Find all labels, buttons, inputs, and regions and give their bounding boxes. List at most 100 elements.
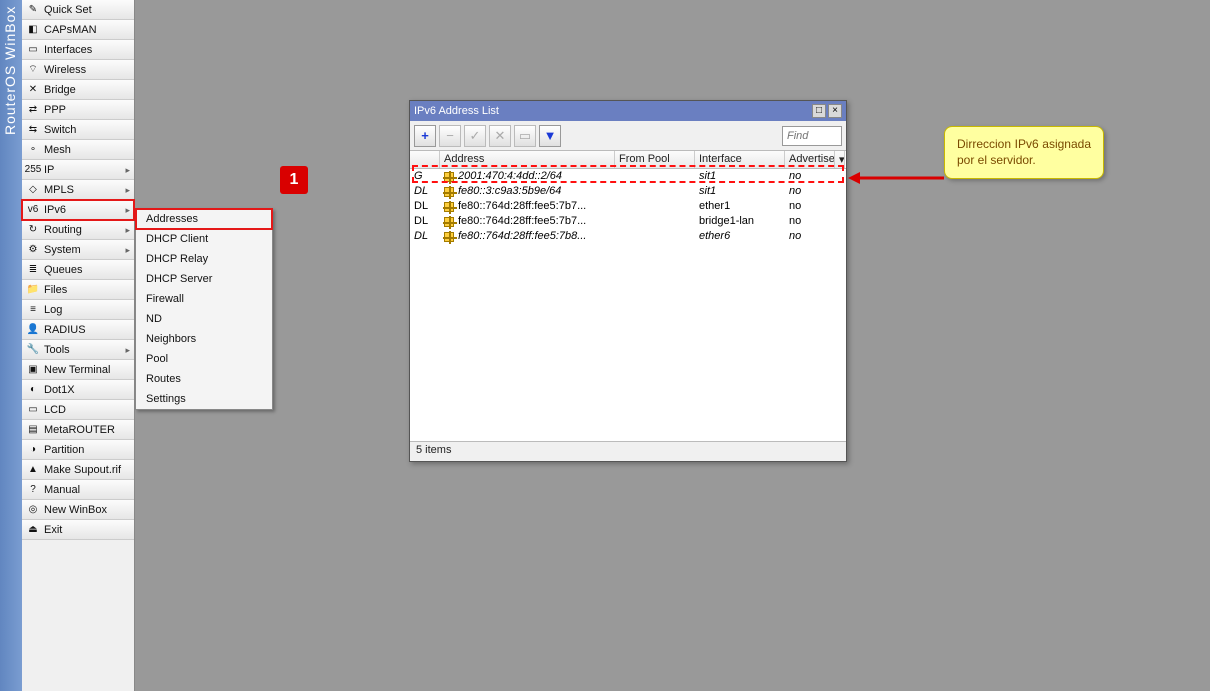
submenu-arrow-icon: ▸ [125, 160, 130, 180]
sidebar-item-label: MPLS [44, 180, 74, 200]
new-terminal-icon: ▣ [26, 363, 40, 377]
submenu-item-routes[interactable]: Routes [136, 369, 272, 389]
files-icon: 📁 [26, 283, 40, 297]
sidebar-item-files[interactable]: 📁Files [22, 280, 134, 300]
annotation-box: Dirreccion IPv6 asignada por el servidor… [944, 126, 1104, 179]
table-row[interactable]: DLfe80::764d:28ff:fee5:7b8...ether6no [410, 229, 846, 244]
sidebar-item-mesh[interactable]: ∘Mesh [22, 140, 134, 160]
sidebar-item-system[interactable]: ⚙System▸ [22, 240, 134, 260]
window-title: IPv6 Address List [414, 105, 499, 117]
sidebar-item-label: RADIUS [44, 320, 86, 340]
sidebar-item-label: MetaROUTER [44, 420, 115, 440]
enable-button[interactable]: ✓ [464, 125, 486, 147]
annotation-arrow [846, 168, 946, 188]
submenu-item-addresses[interactable]: Addresses [136, 209, 272, 229]
cell-address: fe80::764d:28ff:fee5:7b7... [440, 214, 615, 229]
cell-interface: sit1 [695, 184, 785, 199]
sidebar-item-partition[interactable]: ◑Partition [22, 440, 134, 460]
table-row[interactable]: DLfe80::764d:28ff:fee5:7b7...ether1no [410, 199, 846, 214]
cell-address: fe80::764d:28ff:fee5:7b8... [440, 229, 615, 244]
sidebar-item-ppp[interactable]: ⇄PPP [22, 100, 134, 120]
cell-interface: sit1 [695, 169, 785, 184]
find-input[interactable] [782, 126, 842, 146]
col-advertise[interactable]: Advertise [785, 151, 835, 168]
col-interface[interactable]: Interface [695, 151, 785, 168]
table-row[interactable]: G2001:470:4:4dd::2/64sit1no [410, 169, 846, 184]
col-menu-button[interactable]: ▾ [835, 151, 845, 168]
metarouter-icon: ▤ [26, 423, 40, 437]
sidebar-item-label: New Terminal [44, 360, 110, 380]
sidebar-item-manual[interactable]: ?Manual [22, 480, 134, 500]
sidebar-item-metarouter[interactable]: ▤ MetaROUTER [22, 420, 134, 440]
cell-advertise: no [785, 169, 835, 184]
system-icon: ⚙ [26, 243, 40, 257]
address-icon [444, 187, 454, 197]
cell-from-pool [615, 214, 695, 229]
sidebar-item-interfaces[interactable]: ▭Interfaces [22, 40, 134, 60]
cell-advertise: no [785, 229, 835, 244]
submenu-item-neighbors[interactable]: Neighbors [136, 329, 272, 349]
sidebar-item-label: CAPsMAN [44, 20, 97, 40]
sidebar-item-log[interactable]: ≡ Log [22, 300, 134, 320]
cell-interface: ether1 [695, 199, 785, 214]
sidebar-item-label: Log [44, 300, 62, 320]
sidebar-item-label: Switch [44, 120, 76, 140]
sidebar-item-make-supout-rif[interactable]: ▲Make Supout.rif [22, 460, 134, 480]
submenu-item-dhcp-server[interactable]: DHCP Server [136, 269, 272, 289]
sidebar-item-switch[interactable]: ⇆ Switch [22, 120, 134, 140]
address-icon [444, 202, 454, 212]
dot1x-icon: ◐ [26, 383, 40, 397]
sidebar-item-label: LCD [44, 400, 66, 420]
table-row[interactable]: DLfe80::764d:28ff:fee5:7b7...bridge1-lan… [410, 214, 846, 229]
add-button[interactable]: + [414, 125, 436, 147]
sidebar-item-label: Mesh [44, 140, 71, 160]
sidebar-item-lcd[interactable]: ▭LCD [22, 400, 134, 420]
sidebar-item-queues[interactable]: ≣Queues [22, 260, 134, 280]
submenu-arrow-icon: ▸ [125, 180, 130, 200]
submenu-item-settings[interactable]: Settings [136, 389, 272, 409]
window-titlebar[interactable]: IPv6 Address List □ × [410, 101, 846, 121]
submenu-item-firewall[interactable]: Firewall [136, 289, 272, 309]
sidebar-item-label: Exit [44, 520, 62, 540]
sidebar-item-label: IPv6 [44, 200, 66, 220]
sidebar-item-ipv6[interactable]: v6IPv6▸ [22, 200, 134, 220]
filter-button[interactable]: ▼ [539, 125, 561, 147]
table-row[interactable]: DLfe80::3:c9a3:5b9e/64sit1no [410, 184, 846, 199]
cell-address: 2001:470:4:4dd::2/64 [440, 169, 615, 184]
sidebar-item-routing[interactable]: ↻Routing▸ [22, 220, 134, 240]
window-minimize-button[interactable]: □ [812, 104, 826, 118]
cell-flags: DL [410, 184, 440, 199]
switch-icon: ⇆ [26, 123, 40, 137]
sidebar-item-quick-set[interactable]: ✎Quick Set [22, 0, 134, 20]
submenu-item-pool[interactable]: Pool [136, 349, 272, 369]
submenu-arrow-icon: ▸ [125, 340, 130, 360]
remove-button[interactable]: − [439, 125, 461, 147]
sidebar-item-new-terminal[interactable]: ▣ New Terminal [22, 360, 134, 380]
partition-icon: ◑ [26, 443, 40, 457]
submenu-item-dhcp-client[interactable]: DHCP Client [136, 229, 272, 249]
sidebar-item-exit[interactable]: ⏏ Exit [22, 520, 134, 540]
sidebar-item-wireless[interactable]: ⌔Wireless [22, 60, 134, 80]
col-flags[interactable] [410, 151, 440, 168]
submenu-item-nd[interactable]: ND [136, 309, 272, 329]
sidebar-item-radius[interactable]: 👤RADIUS [22, 320, 134, 340]
address-icon [444, 217, 454, 227]
sidebar-item-mpls[interactable]: ◇ MPLS ▸ [22, 180, 134, 200]
comment-button[interactable]: ▭ [514, 125, 536, 147]
exit-icon: ⏏ [26, 523, 40, 537]
sidebar-item-capsman[interactable]: ◧CAPsMAN [22, 20, 134, 40]
sidebar-item-new-winbox[interactable]: ◎New WinBox [22, 500, 134, 520]
submenu-item-dhcp-relay[interactable]: DHCP Relay [136, 249, 272, 269]
sidebar-item-dot1x[interactable]: ◐Dot1X [22, 380, 134, 400]
cell-address: fe80::764d:28ff:fee5:7b7... [440, 199, 615, 214]
log-icon: ≡ [26, 303, 40, 317]
sidebar-item-ip[interactable]: 255IP▸ [22, 160, 134, 180]
sidebar-item-tools[interactable]: 🔧Tools▸ [22, 340, 134, 360]
col-from-pool[interactable]: From Pool [615, 151, 695, 168]
cell-from-pool [615, 184, 695, 199]
mpls-icon: ◇ [26, 183, 40, 197]
col-address[interactable]: Address [440, 151, 615, 168]
disable-button[interactable]: ✕ [489, 125, 511, 147]
window-close-button[interactable]: × [828, 104, 842, 118]
sidebar-item-bridge[interactable]: ✕Bridge [22, 80, 134, 100]
